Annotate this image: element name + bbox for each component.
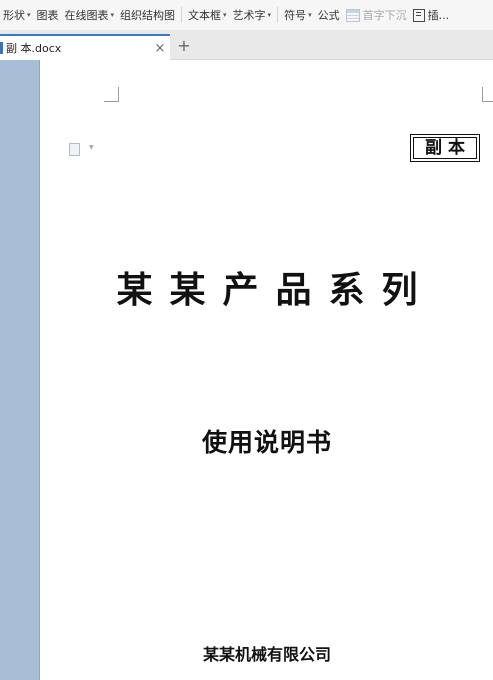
document-icon <box>0 42 3 54</box>
document-page[interactable]: ▼ 副本 某某产品系列 使用说明书 某某机械有限公司 <box>41 60 493 680</box>
equation-label: 公式 <box>317 9 340 22</box>
chevron-down-icon: ▾ <box>267 11 272 19</box>
insert-object-label: 插... <box>427 9 450 22</box>
tab-title: 副 本.docx <box>6 42 62 55</box>
shapes-button[interactable]: 形状 ▾ <box>0 4 34 26</box>
ribbon-divider <box>277 7 279 23</box>
insert-object-button[interactable]: 插... <box>410 4 453 26</box>
word-art-label: 艺术字 <box>232 9 266 22</box>
chart-label: 图表 <box>36 9 59 22</box>
tab-document[interactable]: 副 本.docx × <box>0 34 170 60</box>
online-chart-label: 在线图表 <box>64 9 109 22</box>
text-box-label: 文本框 <box>188 9 222 22</box>
org-chart-button[interactable]: 组织结构图 <box>117 4 178 26</box>
workspace: ▼ 副本 某某产品系列 使用说明书 某某机械有限公司 <box>0 60 493 680</box>
copy-stamp-text: 副本 <box>413 137 477 159</box>
insert-ribbon: 形状 ▾ 图表 在线图表 ▾ 组织结构图 文本框 ▾ 艺术字 ▾ 符号 ▾ 公式 <box>0 0 493 30</box>
document-title: 某某产品系列 <box>116 269 435 311</box>
text-box-button[interactable]: 文本框 ▾ <box>185 4 230 26</box>
margin-corner-top-right <box>482 87 493 102</box>
document-tab-bar: 副 本.docx × + <box>0 30 493 60</box>
chevron-down-icon: ▾ <box>223 11 227 19</box>
navigation-pane[interactable] <box>0 60 40 680</box>
ribbon-divider <box>181 7 183 23</box>
new-tab-button[interactable]: + <box>176 38 192 54</box>
paragraph-layout-icon[interactable] <box>69 143 80 156</box>
drop-cap-button[interactable]: 首字下沉 <box>343 4 410 26</box>
shapes-label: 形状 <box>3 9 25 22</box>
document-subtitle: 使用说明书 <box>201 428 332 457</box>
document-icon <box>412 8 425 22</box>
chevron-down-icon: ▾ <box>110 11 115 19</box>
chart-button[interactable]: 图表 <box>34 4 62 26</box>
chevron-down-icon[interactable]: ▼ <box>89 144 94 151</box>
word-art-button[interactable]: 艺术字 ▾ <box>230 4 275 26</box>
drop-cap-label: 首字下沉 <box>362 9 407 22</box>
close-icon[interactable]: × <box>152 41 168 56</box>
online-chart-button[interactable]: 在线图表 ▾ <box>62 4 118 26</box>
chevron-down-icon: ▾ <box>27 11 31 19</box>
document-company: 某某机械有限公司 <box>202 645 331 664</box>
symbol-label: 符号 <box>284 9 307 22</box>
equation-button[interactable]: 公式 <box>315 4 343 26</box>
drop-cap-icon <box>345 8 360 22</box>
org-chart-label: 组织结构图 <box>120 9 176 22</box>
symbol-button[interactable]: 符号 ▾ <box>281 4 315 26</box>
wps-writer-window: 形状 ▾ 图表 在线图表 ▾ 组织结构图 文本框 ▾ 艺术字 ▾ 符号 ▾ 公式 <box>0 0 493 680</box>
chevron-down-icon: ▾ <box>308 11 312 19</box>
margin-corner-top-left <box>104 87 119 102</box>
copy-stamp: 副本 <box>410 134 480 162</box>
